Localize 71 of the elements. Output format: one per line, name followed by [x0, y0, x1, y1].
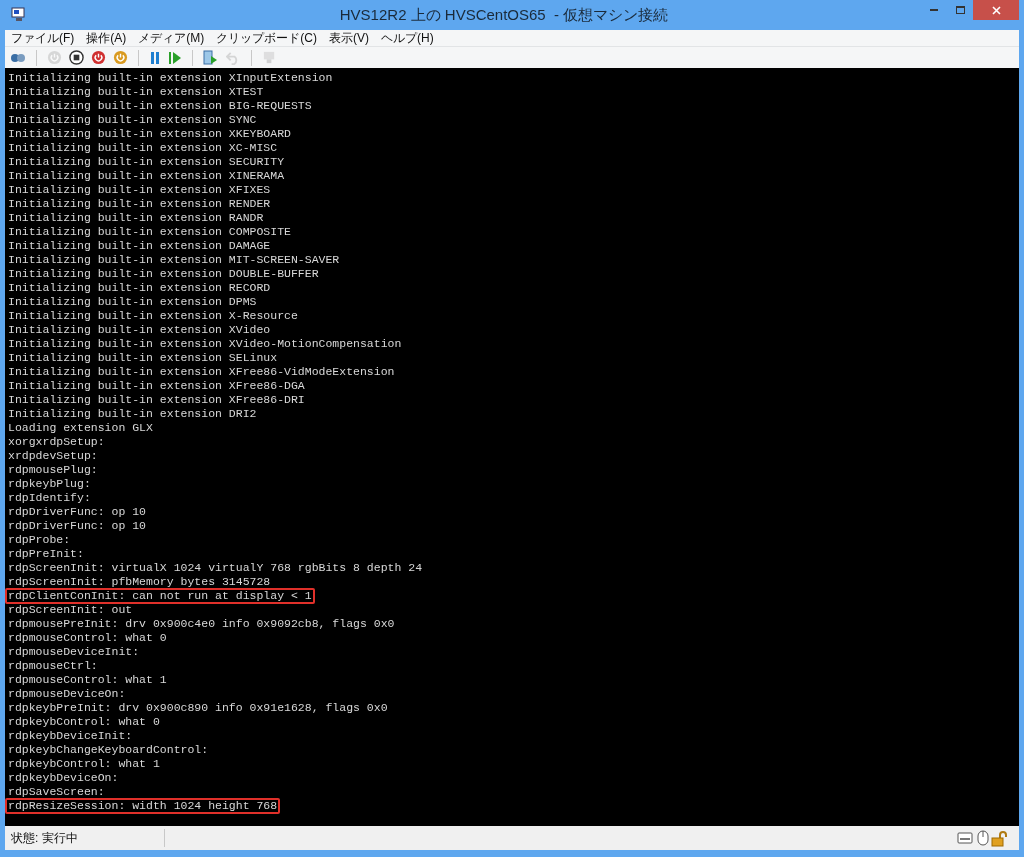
console-line: rdpkeybChangeKeyboardControl: — [8, 744, 209, 756]
console-line: rdpScreenInit: virtualX 1024 virtualY 768 rgbBits 8 depth 24 — [8, 562, 423, 574]
console-line: rdpmousePreInit: drv 0x900c4e0 info 0x9092cb8, flags 0x0 — [8, 618, 395, 630]
console-line: Initializing built-in extension X-Resource — [8, 310, 298, 322]
checkpoint-icon[interactable] — [203, 49, 219, 66]
window-title: HVS12R2 上の HVSCentOS65 - 仮想マシン接続 — [339, 4, 669, 25]
console-line: Initializing built-in extension XINERAMA — [8, 170, 285, 182]
console-line: rdpDriverFunc: op 10 — [8, 506, 147, 518]
console-line: rdpkeybControl: what 0 — [8, 716, 160, 728]
console-line: rdpmousePlug: — [8, 464, 98, 476]
console-line: rdpScreenInit: out — [8, 604, 133, 616]
console-line: rdpkeybDeviceOn: — [8, 772, 119, 784]
console-line: rdpkeybDeviceInit: — [8, 730, 133, 742]
power-icon[interactable] — [91, 50, 106, 65]
menu-item[interactable]: 表示(V) — [323, 30, 375, 46]
console-line: Initializing built-in extension COMPOSITE — [8, 226, 291, 238]
console-line: rdpkeybPlug: — [8, 478, 91, 490]
console-line: Initializing built-in extension XFree86-DGA — [8, 380, 305, 392]
menu-item[interactable]: 操作(A) — [80, 30, 133, 46]
console-line: Initializing built-in extension XVideo-MotionCompensation — [8, 338, 402, 350]
console-line: Initializing built-in extension SECURITY — [8, 156, 285, 168]
console-line: Initializing built-in extension MIT-SCREEN-SAVER — [8, 254, 340, 266]
console-line: Initializing built-in extension RECORD — [8, 282, 271, 294]
console-line: xrdpdevSetup: — [8, 450, 98, 462]
mouse-icon — [977, 830, 989, 846]
console-line: Initializing built-in extension DAMAGE — [8, 240, 271, 252]
console-line: Initializing built-in extension XVideo — [8, 324, 271, 336]
menu-item[interactable]: ファイル(F) — [5, 30, 81, 46]
console-line: Initializing built-in extension XFIXES — [8, 184, 271, 196]
console-line: rdpmouseControl: what 0 — [8, 632, 167, 644]
console-line: Initializing built-in extension XInputExtension — [8, 72, 333, 84]
console-line: rdpmouseDeviceInit: — [8, 646, 140, 658]
console-line: Initializing built-in extension XFree86-VidModeExtension — [8, 366, 395, 378]
menu-item[interactable]: クリップボード(C) — [210, 30, 323, 46]
console-line: Loading extension GLX — [8, 422, 153, 434]
console-line: rdpmouseCtrl: — [8, 660, 98, 672]
menu-item[interactable]: ヘルプ(H) — [375, 30, 440, 46]
console-line: Initializing built-in extension SYNC — [8, 114, 257, 126]
console-line: rdpIdentify: — [8, 492, 91, 504]
console-line: xorgxrdpSetup: — [8, 436, 105, 448]
console-line: rdpDriverFunc: op 10 — [8, 520, 147, 532]
console-line: rdpProbe: — [8, 534, 71, 546]
keyboard-icon — [957, 830, 973, 846]
padlock-icon — [991, 829, 1009, 847]
console-line: Initializing built-in extension DOUBLE-BUFFER — [8, 268, 319, 280]
close-button[interactable] — [973, 0, 1019, 20]
app-icon[interactable] — [11, 7, 27, 23]
console-line: Initializing built-in extension RENDER — [8, 198, 271, 210]
status-text: 状態: 実行中 — [5, 829, 165, 847]
stop-icon[interactable] — [69, 50, 84, 65]
console-line: rdpPreInit: — [8, 548, 84, 560]
console-line: rdpmouseControl: what 1 — [8, 674, 167, 686]
console-line: Initializing built-in extension BIG-REQUESTS — [8, 100, 312, 112]
console-line: Initializing built-in extension XC-MISC — [8, 142, 278, 154]
console-line: rdpmouseDeviceOn: — [8, 688, 126, 700]
console-line: rdpkeybControl: what 1 — [8, 758, 160, 770]
console-line: Initializing built-in extension DPMS — [8, 296, 257, 308]
console-line: Initializing built-in extension XTEST — [8, 86, 264, 98]
close-icon — [991, 5, 1001, 15]
pause-icon[interactable] — [149, 50, 161, 65]
console-line: Initializing built-in extension RANDR — [8, 212, 264, 224]
menu-item[interactable]: メディア(M) — [132, 30, 211, 46]
console-line: rdpkeybPreInit: drv 0x900c890 info 0x91e1628, flags 0x0 — [8, 702, 388, 714]
console-line: Initializing built-in extension XKEYBOARD — [8, 128, 291, 140]
console-line: rdpScreenInit: pfbMemory bytes 3145728 — [8, 576, 271, 588]
console-line: rdpSaveScreen: — [8, 786, 105, 798]
console-line: Initializing built-in extension DRI2 — [8, 408, 257, 420]
play-icon[interactable] — [168, 50, 182, 65]
console-line: Initializing built-in extension XFree86-DRI — [8, 394, 305, 406]
console-line: Initializing built-in extension SELinux — [8, 352, 278, 364]
power-icon[interactable] — [113, 50, 128, 65]
